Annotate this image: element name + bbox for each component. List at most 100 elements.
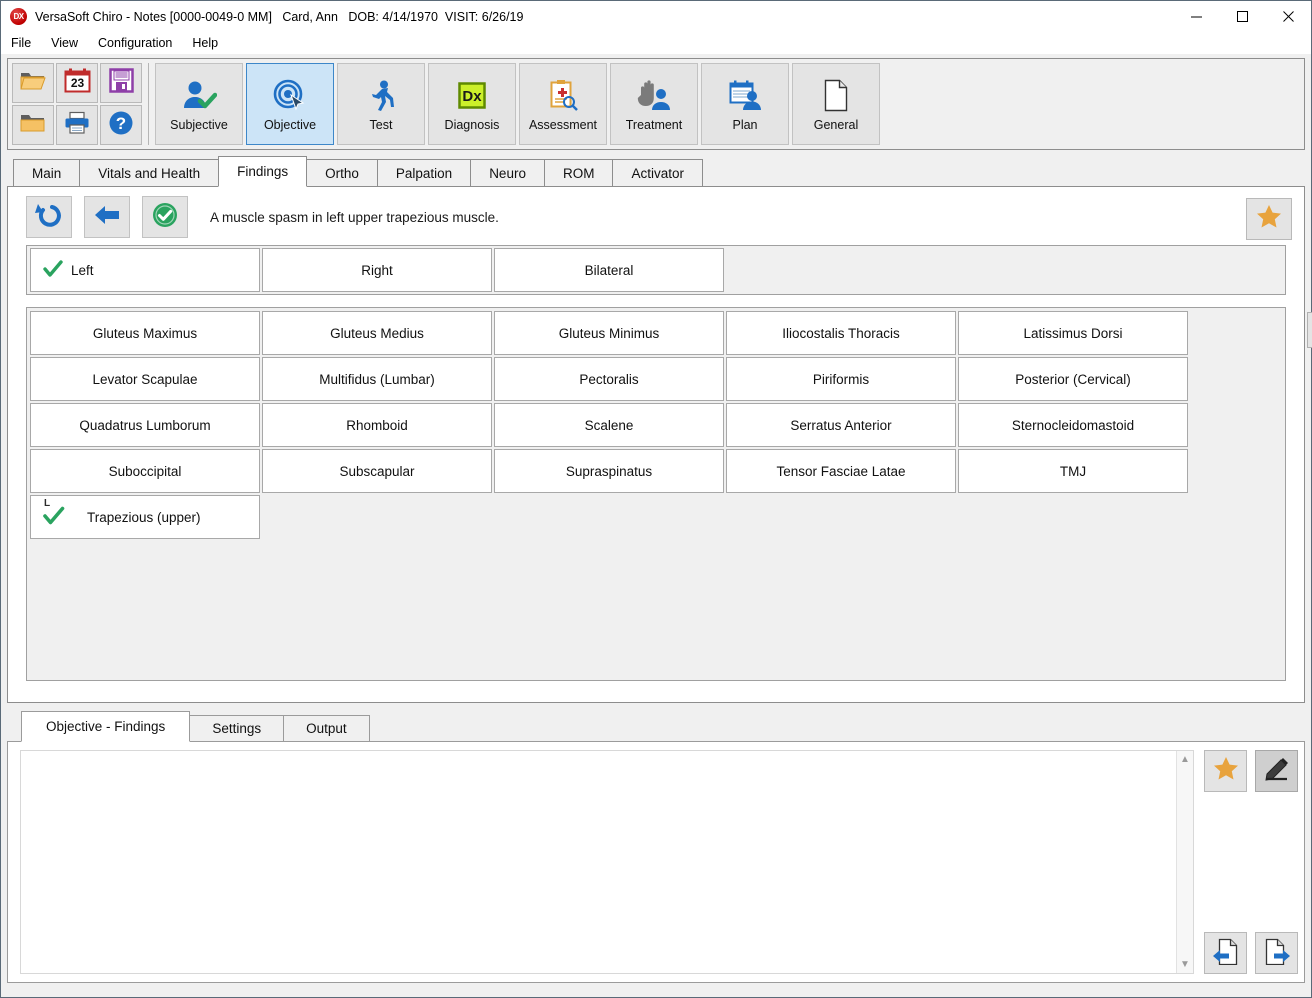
muscle-option-rhomboid[interactable]: Rhomboid [262,403,492,447]
scroll-down-arrow-icon[interactable]: ▼ [1180,956,1190,973]
findings-favorite-button[interactable] [1246,198,1292,240]
edit-pen-button[interactable] [1255,750,1298,792]
muscle-option-sternocleidomastoid[interactable]: Sternocleidomastoid [958,403,1188,447]
next-page-button[interactable] [1255,932,1298,974]
muscle-option-gluteus-maximus[interactable]: Gluteus Maximus [30,311,260,355]
muscle-option-piriformis[interactable]: Piriformis [726,357,956,401]
muscle-option-label: Levator Scapulae [92,371,198,387]
tab-rom[interactable]: ROM [543,159,614,187]
toolbar-file-group: 23 ? [12,63,149,145]
calendar-button[interactable]: 23 [56,63,98,103]
scroll-up-arrow-icon[interactable]: ▲ [1180,751,1190,768]
tab-vitals-and-health[interactable]: Vitals and Health [79,159,220,187]
accept-button[interactable] [142,196,188,238]
toolbar-button-subjective-label: Subjective [170,118,228,132]
folder-button[interactable] [12,105,54,145]
muscle-option-levator-scapulae[interactable]: Levator Scapulae [30,357,260,401]
undo-button[interactable] [26,196,72,238]
toolbar-button-objective[interactable]: Objective [246,63,334,145]
tab-palpation[interactable]: Palpation [376,159,472,187]
muscle-option-label: Multifidus (Lumbar) [319,371,435,387]
main-toolbar: 23 ? Subjective Objective Test Dx Diagno… [7,58,1305,150]
muscle-option-label: Pectoralis [579,371,639,387]
muscle-option-gluteus-minimus[interactable]: Gluteus Minimus [494,311,724,355]
laterality-option-left[interactable]: Left [30,248,260,292]
tab-output[interactable]: Output [283,715,370,742]
tab-settings[interactable]: Settings [189,715,285,742]
tab-activator[interactable]: Activator [612,159,703,187]
menu-view[interactable]: View [49,34,88,52]
muscle-option-tensor-fasciae-latae[interactable]: Tensor Fasciae Latae [726,449,956,493]
maximize-icon[interactable] [1219,1,1265,32]
toolbar-button-general[interactable]: General [792,63,880,145]
muscle-option-label: TMJ [1059,463,1087,479]
muscle-option-trapezious-upper[interactable]: L Trapezious (upper) [30,495,260,539]
tab-vitals-and-health-label: Vitals and Health [98,165,201,181]
favorite-button[interactable] [1204,750,1247,792]
output-content: ▲ ▼ [7,742,1305,983]
print-button[interactable] [56,105,98,145]
muscle-option-tmj[interactable]: TMJ [958,449,1188,493]
muscle-option-pectoralis[interactable]: Pectoralis [494,357,724,401]
back-button[interactable] [84,196,130,238]
close-icon[interactable] [1265,1,1311,32]
notes-editor[interactable]: ▲ ▼ [20,750,1194,974]
tab-neuro[interactable]: Neuro [470,159,545,187]
tab-main[interactable]: Main [13,159,81,187]
laterality-option-bilateral[interactable]: Bilateral [494,248,724,292]
tab-activator-label: Activator [631,165,684,181]
muscle-option-multifidus-lumbar[interactable]: Multifidus (Lumbar) [262,357,492,401]
calendar-person-icon [727,76,763,116]
muscle-option-label: Subscapular [339,463,415,479]
save-button[interactable] [100,63,142,103]
page-right-arrow-icon [1263,937,1291,970]
muscle-option-suboccipital[interactable]: Suboccipital [30,449,260,493]
output-tabs: Objective - Findings Settings Output [7,711,1305,742]
output-side-buttons [1198,750,1298,974]
muscle-option-quadatrus-lumborum[interactable]: Quadatrus Lumborum [30,403,260,447]
muscle-option-label: Suboccipital [108,463,182,479]
pen-edit-icon [1263,756,1291,787]
muscle-option-posterior-cervical[interactable]: Posterior (Cervical) [958,357,1188,401]
tab-objective-findings[interactable]: Objective - Findings [21,711,191,742]
tab-findings[interactable]: Findings [218,156,308,187]
toolbar-button-test[interactable]: Test [337,63,425,145]
toolbar-button-assessment[interactable]: Assessment [519,63,607,145]
toolbar-button-treatment[interactable]: Treatment [610,63,698,145]
help-button[interactable]: ? [100,105,142,145]
muscle-option-iliocostalis-thoracis[interactable]: Iliocostalis Thoracis [726,311,956,355]
section-tabs: Main Vitals and Health Findings Ortho Pa… [7,156,1305,187]
menu-configuration[interactable]: Configuration [96,34,182,52]
laterality-option-bilateral-label: Bilateral [584,262,634,278]
target-cursor-icon [272,76,308,116]
notes-editor-scrollbar[interactable]: ▲ ▼ [1176,751,1193,973]
minimize-icon[interactable] [1173,1,1219,32]
open-folder-button[interactable] [12,63,54,103]
toolbar-button-plan-label: Plan [732,118,758,132]
toolbar-button-plan[interactable]: Plan [701,63,789,145]
muscle-option-supraspinatus[interactable]: Supraspinatus [494,449,724,493]
menu-file[interactable]: File [9,34,41,52]
muscle-grid-row: Quadatrus Lumborum Rhomboid Scalene Serr… [30,403,1282,447]
toolbar-button-diagnosis-label: Diagnosis [444,118,500,132]
muscle-option-label: Gluteus Minimus [558,325,660,341]
window-controls [1173,1,1311,32]
muscle-option-latissimus-dorsi[interactable]: Latissimus Dorsi [958,311,1188,355]
findings-panel: A muscle spasm in left upper trapezious … [7,187,1312,703]
tab-ortho[interactable]: Ortho [306,159,378,187]
toolbar-button-diagnosis[interactable]: Dx Diagnosis [428,63,516,145]
muscle-option-subscapular[interactable]: Subscapular [262,449,492,493]
muscle-option-gluteus-medius[interactable]: Gluteus Medius [262,311,492,355]
muscle-option-serratus-anterior[interactable]: Serratus Anterior [726,403,956,447]
muscle-option-label: Latissimus Dorsi [1023,325,1123,341]
muscle-option-scalene[interactable]: Scalene [494,403,724,447]
person-check-icon [181,76,217,116]
clipboard-search-icon [546,76,580,116]
laterality-option-right[interactable]: Right [262,248,492,292]
toolbar-button-subjective[interactable]: Subjective [155,63,243,145]
findings-settings-button[interactable] [1307,312,1312,348]
app-dx-icon: DX [10,8,27,25]
previous-page-button[interactable] [1204,932,1247,974]
closed-folder-icon [20,112,46,139]
menu-help[interactable]: Help [190,34,228,52]
